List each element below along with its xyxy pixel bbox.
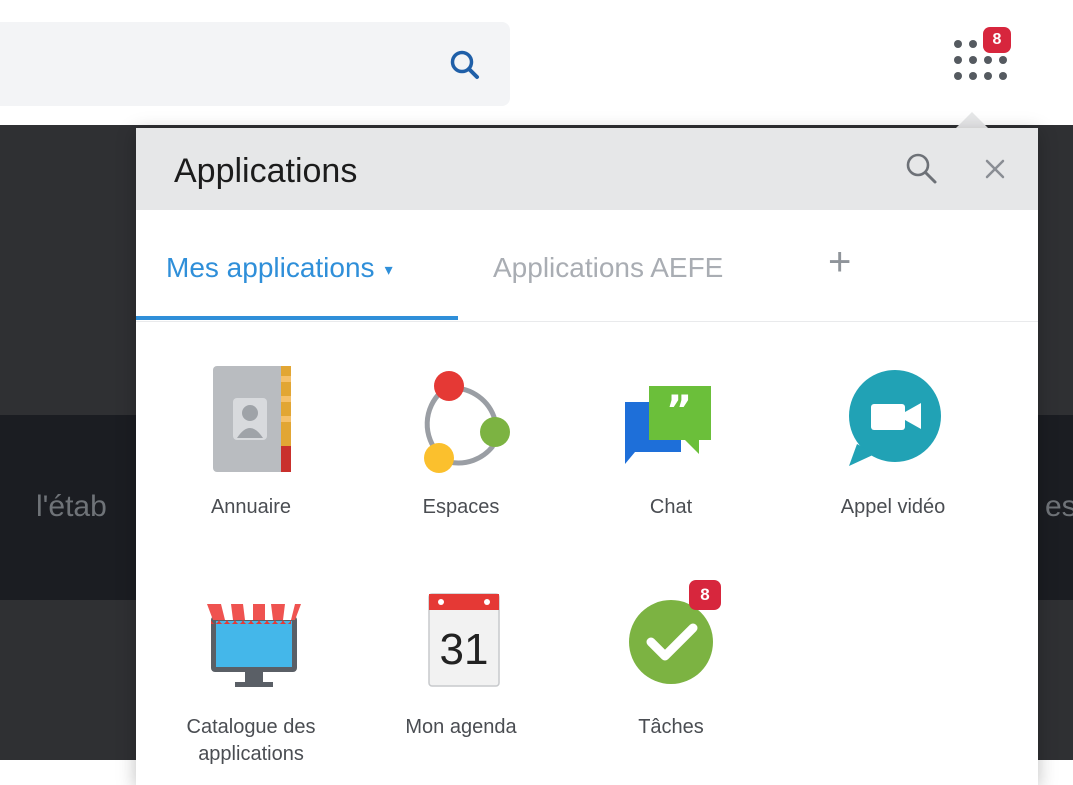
tab-applications-aefe[interactable]: Applications AEFE [493,252,723,284]
app-taches[interactable]: 8 Tâches [576,580,766,776]
app-catalogue[interactable]: Catalogue des applications [156,586,346,776]
popup-header: Applications [136,128,1038,210]
video-call-icon [849,370,941,466]
tab-mes-applications[interactable]: Mes applications ▾ [166,252,393,284]
calendar-icon: 31 [428,593,500,687]
add-tab-button[interactable]: + [828,240,851,285]
background-text-left: l'étab [36,490,107,523]
catalog-store-icon [207,604,301,687]
address-book-icon [213,366,291,472]
search-icon[interactable] [902,149,942,189]
app-annuaire[interactable]: Annuaire [156,366,346,556]
app-tabs: Mes applications ▾ Applications AEFE + [136,210,1038,322]
app-label: Appel vidéo [840,496,946,518]
close-icon[interactable] [976,150,1014,188]
app-chat[interactable]: ” Chat [576,366,766,556]
global-search-bar[interactable] [0,22,510,106]
spaces-icon [424,371,510,473]
calendar-day: 31 [440,625,489,674]
popup-title: Applications [174,152,358,190]
chat-icon: ” [625,386,711,464]
app-appel-video[interactable]: Appel vidéo [798,366,988,556]
background-text-right: es [1045,490,1073,523]
active-tab-indicator [136,316,458,320]
applications-popup: Applications Mes applications ▾ Applicati… [136,128,1038,785]
svg-text:”: ” [666,388,692,434]
app-label: Catalogue des applications [186,716,316,765]
launcher-notification-badge: 8 [983,27,1011,53]
app-mon-agenda[interactable]: 31 Mon agenda [366,586,556,776]
caret-down-icon: ▾ [384,261,393,279]
app-label: Mon agenda [405,716,517,738]
app-label: Espaces [422,496,500,518]
app-label: Annuaire [210,496,292,518]
app-label: Tâches [638,716,704,738]
app-espaces[interactable]: Espaces [366,366,556,556]
app-label: Chat [649,496,693,518]
search-icon[interactable] [448,48,482,82]
popup-arrow [956,112,988,128]
tasks-notification-badge: 8 [689,580,721,610]
tab-label: Mes applications [166,252,375,283]
